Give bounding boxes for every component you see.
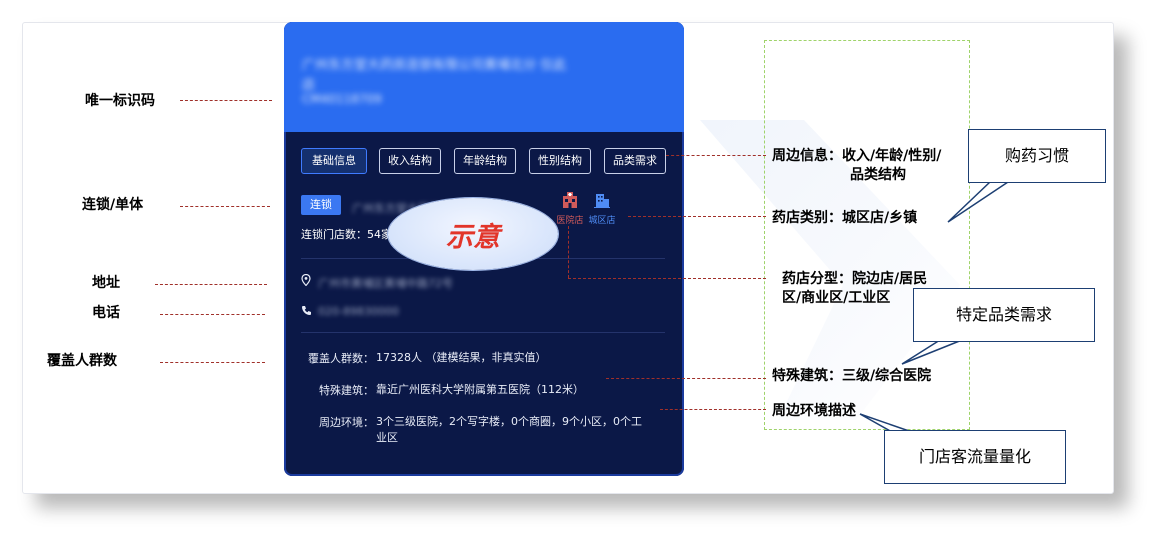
callout-traffic-quantify: 门店客流量量化: [884, 430, 1066, 484]
callout-category-demand: 特定品类需求: [913, 288, 1095, 342]
callout-buying-habit: 购药习惯: [968, 129, 1106, 183]
